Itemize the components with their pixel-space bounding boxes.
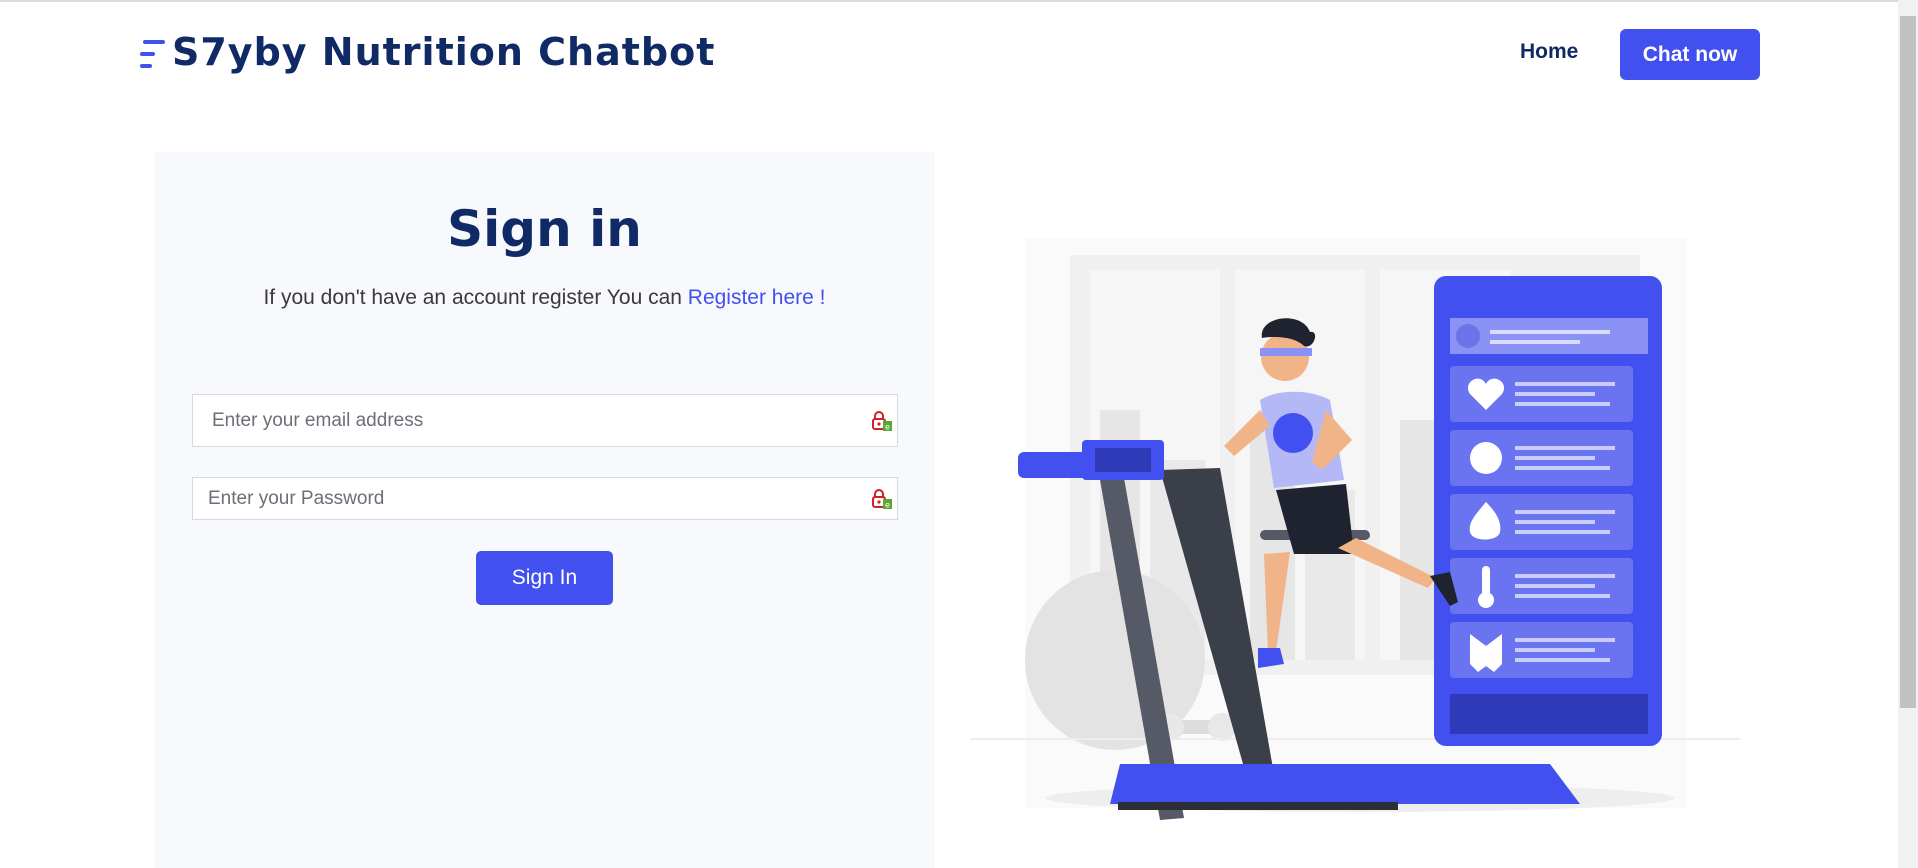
password-manager-lock-icon[interactable]: e	[871, 488, 893, 510]
sign-in-button[interactable]: Sign In	[476, 551, 613, 605]
brand[interactable]: S7yby Nutrition Chatbot	[138, 30, 715, 74]
password-field[interactable]: e	[192, 477, 898, 520]
svg-text:e: e	[885, 500, 890, 509]
menu-lines-icon	[138, 32, 168, 72]
email-field[interactable]: e	[192, 394, 898, 447]
treadmill-belt	[1110, 764, 1580, 804]
register-prompt-text: If you don't have an account register Yo…	[263, 286, 688, 309]
password-input[interactable]	[193, 478, 897, 519]
register-link[interactable]: Register here !	[688, 286, 826, 309]
register-prompt: If you don't have an account register Yo…	[154, 286, 935, 310]
page-scrollbar[interactable]	[1898, 0, 1918, 868]
page-title: Sign in	[447, 200, 642, 258]
thermometer-icon	[1482, 566, 1490, 596]
nav-home-link[interactable]: Home	[1520, 40, 1578, 64]
svg-text:e: e	[885, 422, 890, 431]
timer-icon	[1470, 442, 1502, 474]
password-manager-lock-icon[interactable]: e	[871, 410, 893, 432]
chat-now-button[interactable]: Chat now	[1620, 29, 1760, 80]
site-header: S7yby Nutrition Chatbot Home Chat now	[0, 0, 1898, 108]
treadmill-runner-illustration	[970, 238, 1740, 820]
brand-title[interactable]: S7yby Nutrition Chatbot	[172, 30, 715, 74]
signin-panel: Sign in If you don't have an account reg…	[154, 152, 935, 868]
email-input[interactable]	[193, 395, 897, 446]
scrollbar-thumb[interactable]	[1900, 16, 1916, 708]
